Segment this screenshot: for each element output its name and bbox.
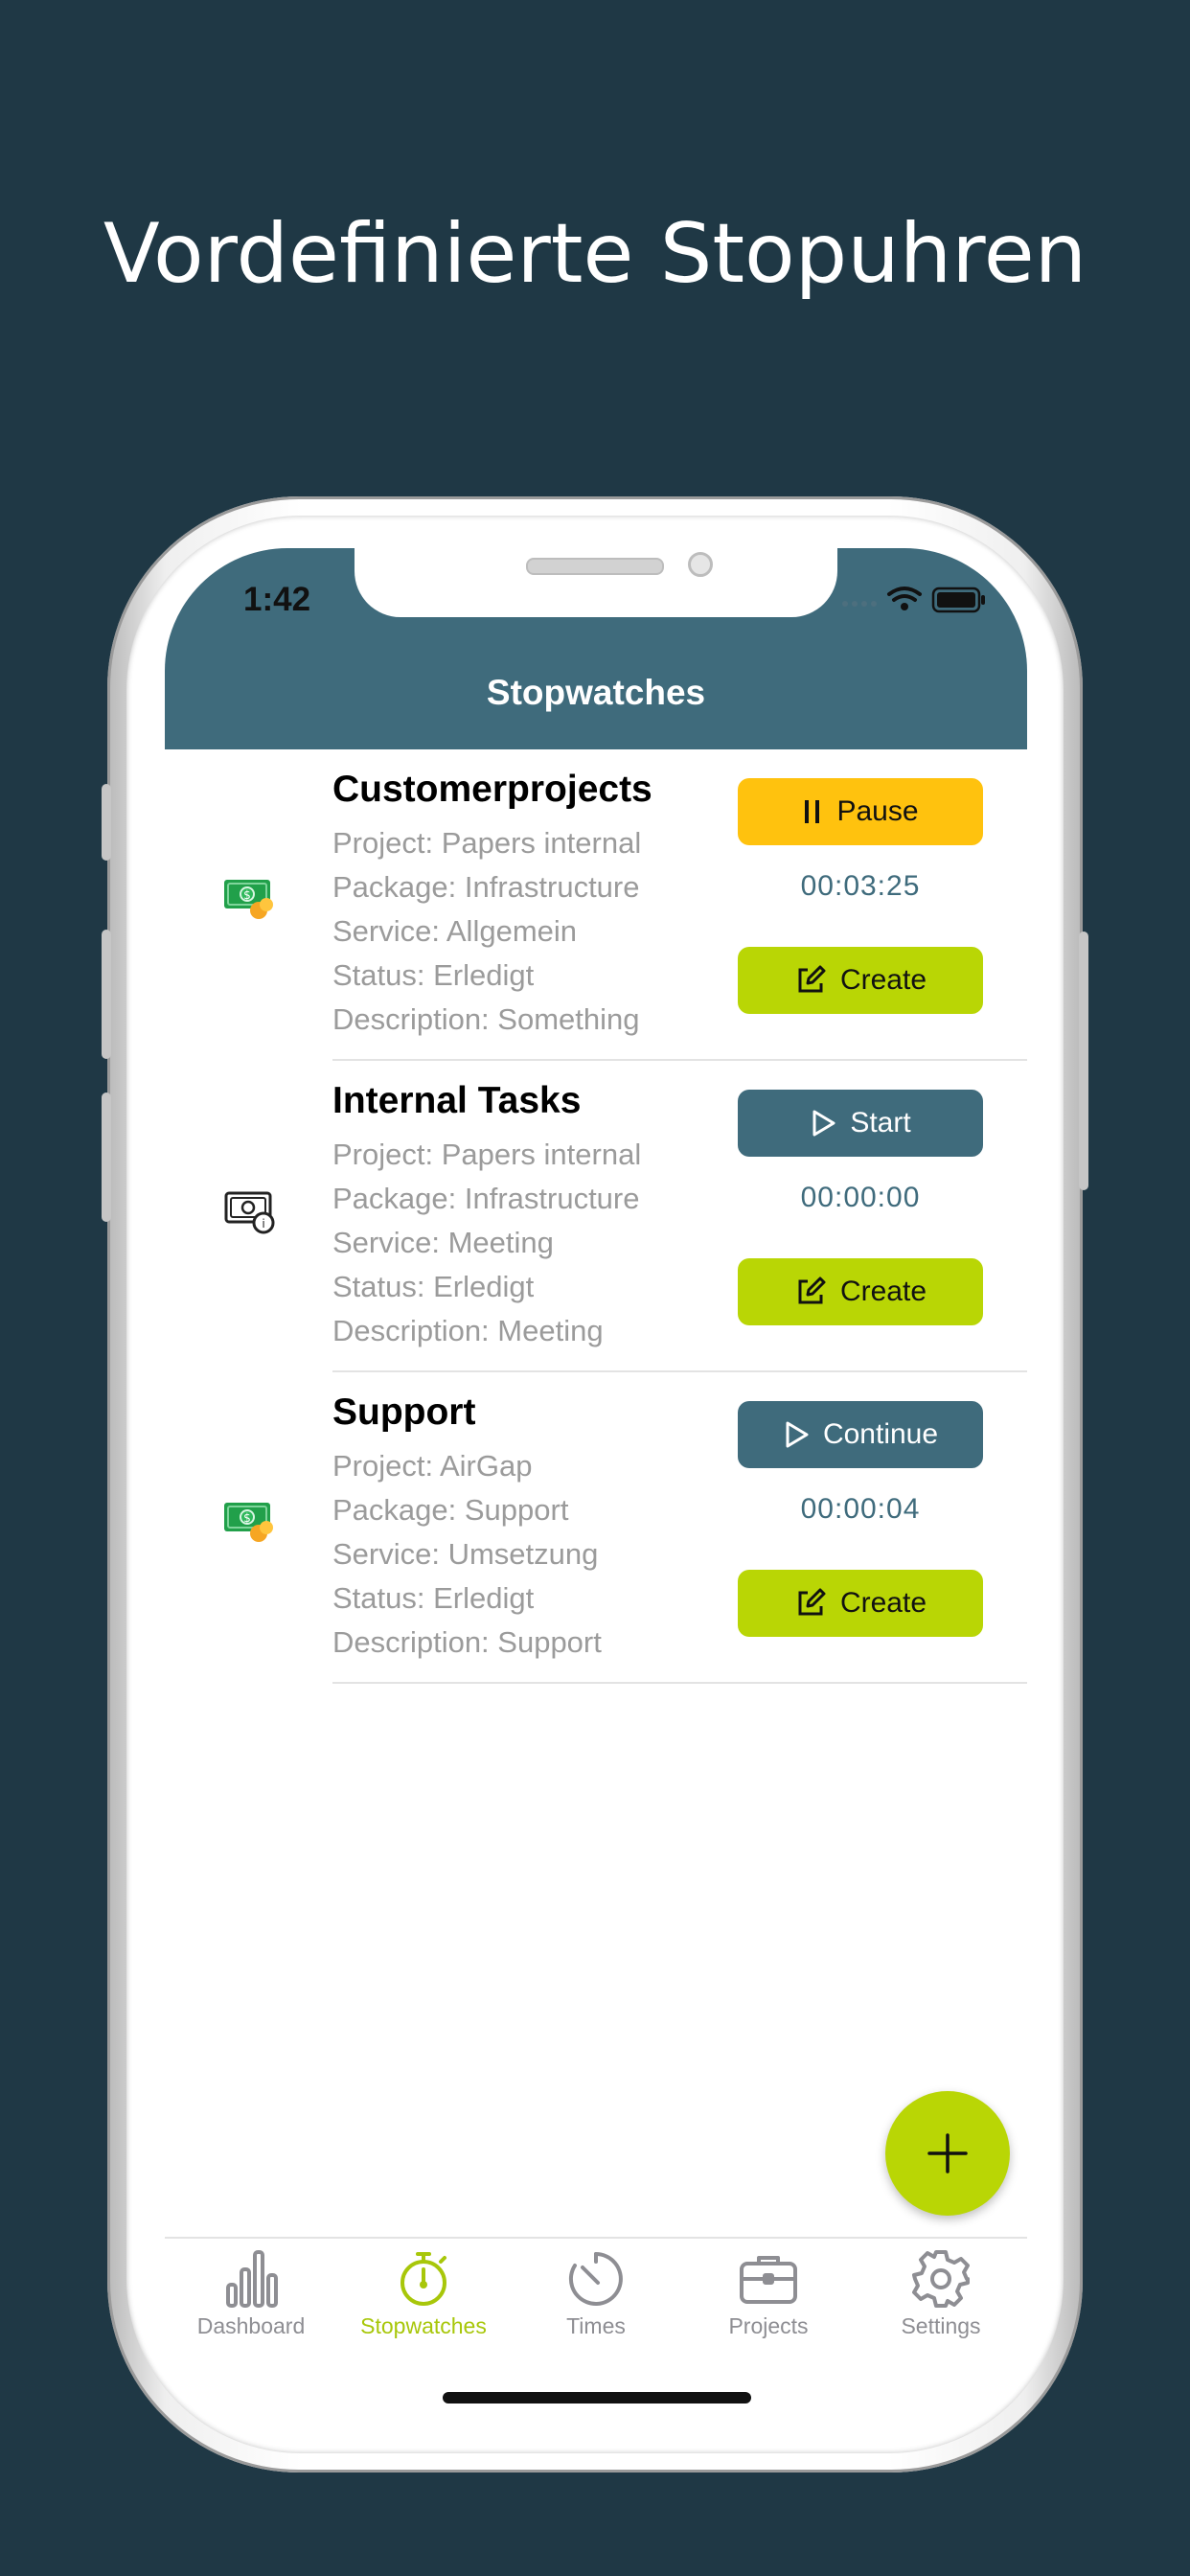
package-label: Package: Infrastructure [332,1182,640,1215]
stopwatch-row[interactable]: $ Customerprojects Project: Papers inter… [165,749,1027,1061]
create-button-label: Create [839,964,927,996]
create-button[interactable]: Create [738,1258,983,1325]
project-label: Project: Papers internal [332,826,642,860]
svg-text:$: $ [243,1511,251,1525]
start-button[interactable]: Start [738,1090,983,1157]
service-label: Service: Allgemein [332,914,578,948]
service-label: Service: Meeting [332,1226,554,1259]
tab-times-label: Times [566,2313,626,2338]
front-camera [688,552,713,577]
svg-text:i: i [262,1217,264,1230]
tab-settings[interactable]: Settings [855,2248,1027,2339]
stopwatch-row[interactable]: i Internal Tasks Project: Papers interna… [165,1061,1027,1372]
status-icons [835,583,989,613]
volume-down-button [102,1092,111,1222]
project-label: Project: AirGap [332,1449,533,1483]
stopwatch-title: Internal Tasks [332,1080,582,1121]
edit-icon [798,1588,826,1616]
tab-stopwatches[interactable]: Stopwatches [337,2248,510,2339]
service-label: Service: Umsetzung [332,1537,599,1571]
elapsed-time: 00:03:25 [800,870,921,902]
stopwatch-list: $ Customerprojects Project: Papers inter… [165,749,1027,1684]
status-label: Status: Erledigt [332,1581,535,1615]
wifi-icon [887,586,922,602]
tab-settings-label: Settings [901,2313,981,2338]
elapsed-time: 00:00:00 [800,1182,921,1213]
create-button-label: Create [839,1276,927,1307]
play-icon [786,1421,809,1448]
continue-button[interactable]: Continue [738,1401,983,1468]
phone-screen: 1:42 Stopwatches $ Customerprojects Proj… [165,548,1027,2431]
plus-icon [927,2133,968,2174]
svg-text:$: $ [243,888,251,902]
money-icon: $ [220,1489,282,1551]
speaker [526,558,664,575]
tab-dashboard[interactable]: Dashboard [165,2248,337,2339]
tab-stopwatches-label: Stopwatches [360,2313,487,2338]
page-headline: Vordefinierte Stopuhren [103,206,1087,302]
status-label: Status: Erledigt [332,958,535,992]
tab-dashboard-label: Dashboard [196,2313,306,2338]
timer-dial-icon [568,2252,623,2306]
tab-projects[interactable]: Projects [682,2248,855,2339]
home-indicator [443,2392,751,2404]
package-label: Package: Support [332,1493,569,1527]
create-button[interactable]: Create [738,1570,983,1637]
mute-switch [102,784,111,861]
pause-button[interactable]: Pause [738,778,983,845]
money-icon: $ [220,866,282,928]
status-time: 1:42 [243,581,311,618]
stopwatch-title: Customerprojects [332,769,652,810]
project-label: Project: Papers internal [332,1138,642,1171]
add-stopwatch-button[interactable] [885,2091,1010,2216]
nav-title: Stopwatches [486,673,706,712]
signal-icon [842,601,877,607]
create-button-label: Create [839,1587,927,1619]
stopwatch-title: Support [332,1392,476,1433]
start-button-label: Start [850,1107,911,1138]
pause-icon [805,800,820,823]
description-label: Description: Meeting [332,1314,604,1347]
power-button [1079,932,1088,1190]
stopwatch-row[interactable]: $ Support Project: AirGap Package: Suppo… [165,1372,1027,1684]
create-button[interactable]: Create [738,947,983,1014]
package-label: Package: Infrastructure [332,870,640,904]
tab-times[interactable]: Times [510,2248,682,2339]
description-label: Description: Something [332,1002,640,1036]
briefcase-icon [740,2256,797,2304]
internal-money-icon: i [220,1178,282,1239]
stopwatch-icon [400,2252,446,2306]
edit-icon [798,1276,826,1304]
gear-icon [912,2250,970,2308]
tab-projects-label: Projects [728,2313,809,2338]
edit-icon [798,965,826,993]
play-icon [812,1110,835,1137]
description-label: Description: Support [332,1625,602,1659]
bar-chart-icon [226,2250,278,2308]
status-label: Status: Erledigt [332,1270,535,1303]
tab-bar: Dashboard Stopwatches Times Projects Set… [165,2237,1027,2354]
pause-button-label: Pause [836,795,919,827]
volume-up-button [102,930,111,1059]
elapsed-time: 00:00:04 [800,1493,921,1525]
continue-button-label: Continue [822,1418,939,1450]
battery-icon [931,586,985,613]
